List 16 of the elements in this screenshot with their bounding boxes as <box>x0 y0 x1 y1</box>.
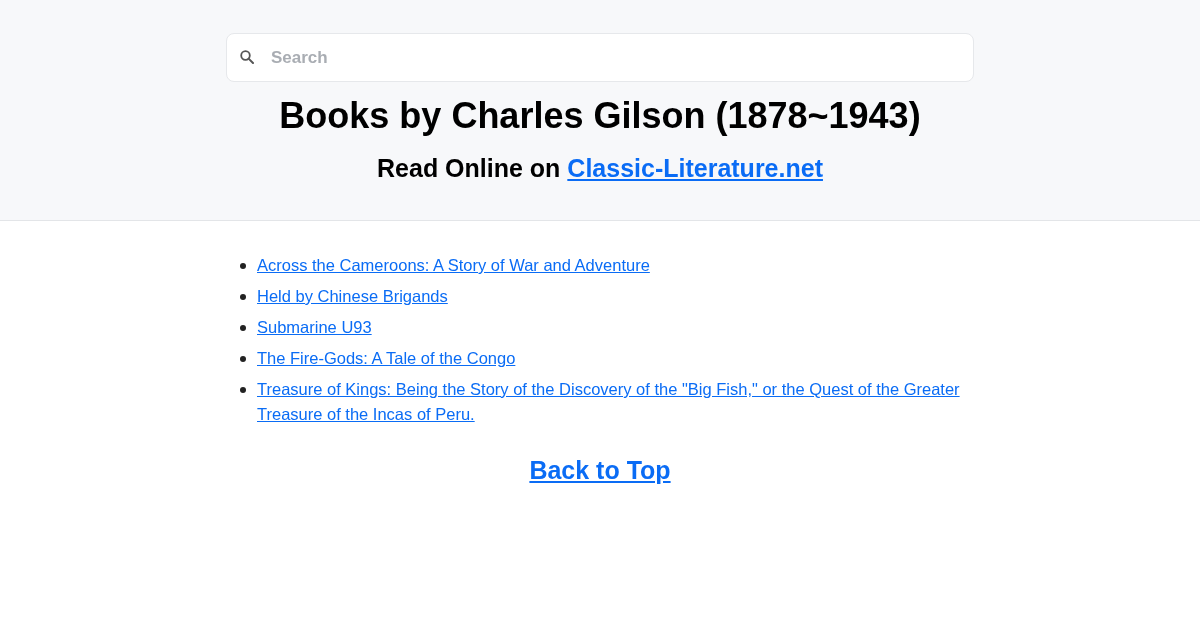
bullet-icon <box>240 294 246 300</box>
page-title: Books by Charles Gilson (1878~1943) <box>279 94 921 138</box>
subtitle-text: Read Online on <box>377 153 562 183</box>
bullet-icon <box>240 387 246 393</box>
book-link[interactable]: The Fire-Gods: A Tale of the Congo <box>257 346 516 371</box>
bullet-icon <box>240 263 246 269</box>
bullet-icon <box>240 356 246 362</box>
book-link[interactable]: Held by Chinese Brigands <box>257 284 448 309</box>
search-field[interactable]: Search <box>226 33 974 82</box>
back-to-top-link[interactable]: Back to Top <box>529 455 671 485</box>
site-link[interactable]: Classic-Literature.net <box>567 153 823 183</box>
book-link[interactable]: Across the Cameroons: A Story of War and Adventure <box>257 253 650 278</box>
bullet-icon <box>240 325 246 331</box>
search-icon <box>240 50 254 64</box>
book-link[interactable]: Submarine U93 <box>257 315 372 340</box>
book-link[interactable]: Treasure of Kings: Being the Story of the Discovery of the "Big Fish," or the Quest of the Greater Treasure of the Incas of Peru. <box>257 377 974 427</box>
